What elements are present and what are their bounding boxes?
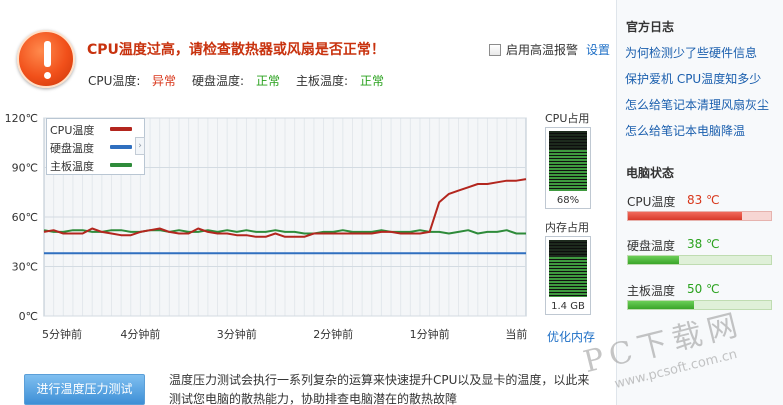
high-temp-alarm-checkbox[interactable]: [489, 43, 501, 56]
blog-link-1[interactable]: 为何检测少了些硬件信息: [625, 44, 757, 61]
sidebar-board-temp-bar: [627, 300, 772, 310]
memory-usage-title: 内存占用: [545, 221, 589, 234]
memory-usage-value: 1.4 GB: [551, 301, 585, 312]
y-tick-label: 60℃: [12, 211, 38, 224]
cpu-usage-gauge: 68%: [545, 127, 591, 209]
pc-status-title: 电脑状态: [626, 166, 675, 180]
x-tick-label: 1分钟前: [410, 327, 450, 341]
cpu-temp-label: CPU温度:: [88, 74, 141, 88]
legend-label-board: 主板温度: [50, 160, 94, 173]
exclamation-icon: [17, 30, 75, 88]
legend-item-board: 主板温度: [50, 156, 140, 173]
sidebar-disk-temp-bar-fill: [628, 256, 680, 264]
disk-temp-status: 正常: [256, 74, 281, 88]
x-tick-label: 3分钟前: [217, 327, 257, 341]
sidebar-disk-temp-label: 硬盘温度: [627, 239, 676, 253]
board-temp-label: 主板温度:: [296, 74, 349, 88]
x-tick-label: 5分钟前: [42, 327, 82, 341]
y-tick-label: 120℃: [5, 112, 38, 125]
y-tick-label: 30℃: [12, 261, 38, 274]
sidebar-board-temp-label: 主板温度: [627, 284, 676, 298]
sidebar-disk-temp-value: 38 ℃: [687, 237, 720, 251]
legend-item-cpu: CPU温度: [50, 120, 140, 137]
sidebar-board-temp-bar-fill: [628, 301, 694, 309]
sidebar-cpu-temp-value: 83 ℃: [687, 193, 720, 207]
chart-legend: CPU温度 硬盘温度 主板温度: [46, 118, 145, 175]
memory-usage-gauge-fill: [549, 257, 587, 297]
memory-usage-gauge: 1.4 GB: [545, 236, 591, 315]
right-sidebar: 官方日志 为何检测少了些硬件信息 保护爱机 CPU温度知多少 怎么给笔记本清理风…: [616, 0, 783, 405]
high-temp-alarm-toggle[interactable]: 启用高温报警: [489, 41, 578, 58]
blog-link-4[interactable]: 怎么给笔记本电脑降温: [625, 122, 745, 139]
y-tick-label: 90℃: [12, 162, 38, 175]
cpu-usage-title: CPU占用: [545, 112, 590, 125]
optimize-memory-link[interactable]: 优化内存: [547, 328, 595, 345]
settings-link[interactable]: 设置: [586, 41, 610, 58]
legend-collapse-handle[interactable]: ›: [135, 137, 145, 155]
stress-test-description: 温度压力测试会执行一系列复杂的运算来快速提升CPU以及显卡的温度，以此来测试您电…: [169, 373, 590, 405]
y-tick-label: 0℃: [19, 310, 38, 323]
board-temp-status: 正常: [360, 74, 385, 88]
alert-title: CPU温度过高，请检查散热器或风扇是否正常！: [87, 42, 385, 58]
disk-temp-label: 硬盘温度:: [192, 74, 245, 88]
legend-label-cpu: CPU温度: [50, 124, 95, 137]
legend-swatch-disk: [110, 145, 132, 149]
cpu-temp-status: 异常: [152, 74, 177, 88]
high-temp-alarm-label: 启用高温报警: [506, 43, 579, 57]
sidebar-cpu-temp-bar-fill: [628, 212, 743, 220]
sidebar-cpu-temp-label: CPU温度: [627, 195, 676, 209]
x-tick-label: 2分钟前: [313, 327, 353, 341]
exclamation-dot: [44, 72, 51, 79]
blog-link-3[interactable]: 怎么给笔记本清理风扇灰尘: [625, 96, 769, 113]
x-tick-label: 当前: [505, 327, 527, 341]
legend-label-disk: 硬盘温度: [50, 142, 94, 155]
x-tick-label: 4分钟前: [120, 327, 160, 341]
legend-swatch-board: [110, 163, 132, 167]
exclamation-bar: [44, 41, 51, 67]
cpu-usage-gauge-empty: [549, 131, 587, 150]
sidebar-board-temp-value: 50 ℃: [687, 282, 720, 296]
memory-usage-gauge-empty: [549, 240, 587, 257]
legend-swatch-cpu: [110, 127, 132, 131]
sidebar-disk-temp-bar: [627, 255, 772, 265]
sidebar-cpu-temp-bar: [627, 211, 772, 221]
stress-test-button[interactable]: 进行温度压力测试: [24, 374, 145, 405]
official-blog-title: 官方日志: [626, 20, 675, 34]
cpu-usage-value: 68%: [556, 195, 580, 206]
cpu-usage-gauge-fill: [549, 150, 587, 191]
legend-item-disk: 硬盘温度: [50, 138, 140, 155]
blog-link-2[interactable]: 保护爱机 CPU温度知多少: [625, 70, 761, 87]
